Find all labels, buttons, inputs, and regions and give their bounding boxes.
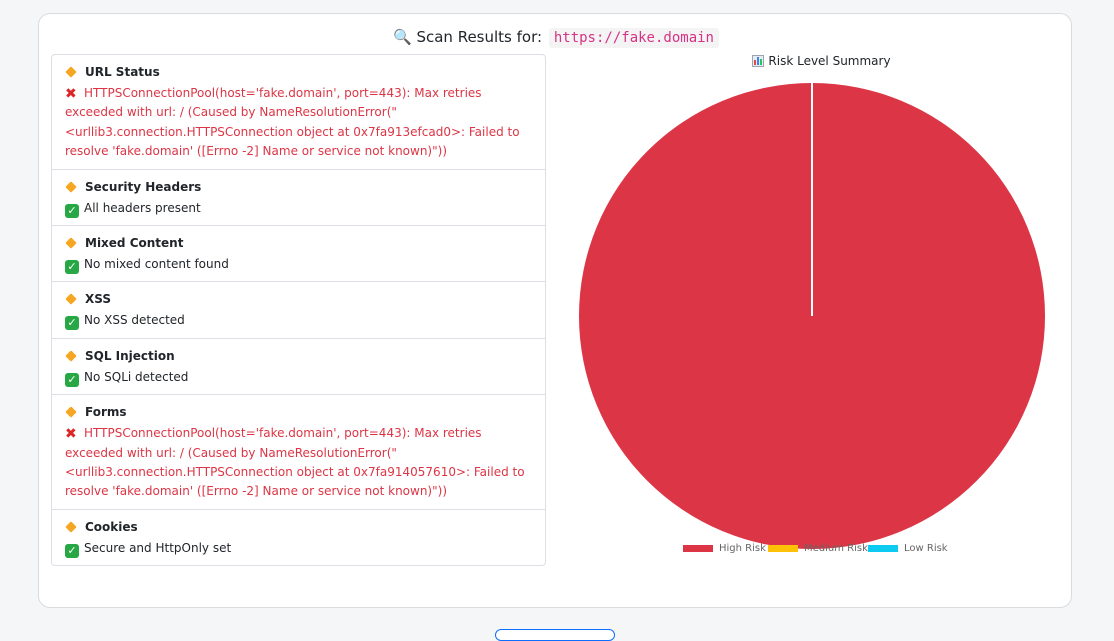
action-button[interactable] [495, 629, 615, 641]
legend-swatch [683, 545, 713, 552]
risk-pie-chart [579, 83, 1045, 549]
legend-swatch [768, 545, 798, 552]
legend-label: Low Risk [904, 543, 948, 554]
legend-swatch [868, 545, 898, 552]
legend-item-medium-risk[interactable]: Medium Risk [768, 543, 868, 554]
legend-item-high-risk[interactable]: High Risk [683, 543, 766, 554]
legend-label: High Risk [719, 543, 766, 554]
legend-label: Medium Risk [804, 543, 868, 554]
legend-item-low-risk[interactable]: Low Risk [868, 543, 948, 554]
